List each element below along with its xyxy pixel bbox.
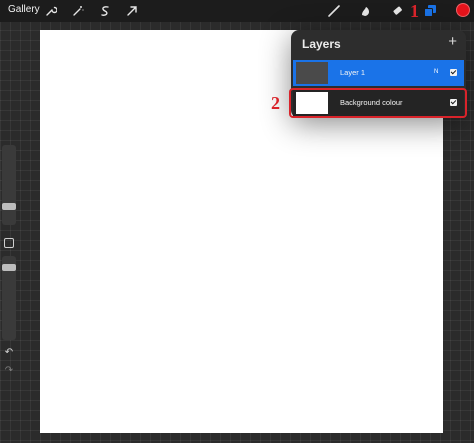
transform-arrow-icon[interactable]: [124, 3, 140, 19]
selection-icon[interactable]: [97, 3, 113, 19]
layer-thumbnail: [296, 62, 328, 84]
layers-icon[interactable]: [422, 3, 438, 19]
top-toolbar: Gallery: [0, 0, 474, 22]
layer-name: Layer 1: [340, 68, 366, 77]
layer-visibility-checkbox[interactable]: [450, 69, 457, 76]
undo-button[interactable]: ↶: [2, 347, 16, 359]
wrench-icon[interactable]: [43, 3, 59, 19]
magic-wand-icon[interactable]: [70, 3, 86, 19]
blend-mode-button[interactable]: N: [434, 69, 438, 75]
redo-button[interactable]: ↷: [2, 365, 16, 377]
modify-button[interactable]: [4, 238, 14, 248]
layer-row-layer-1[interactable]: Layer 1 N: [293, 60, 464, 86]
callout-number-2: 2: [271, 93, 280, 113]
brush-size-handle[interactable]: [2, 203, 16, 210]
color-swatch[interactable]: [456, 3, 470, 17]
opacity-handle[interactable]: [2, 264, 16, 271]
callout-number-1: 1: [410, 1, 419, 21]
brush-size-slider[interactable]: [2, 145, 16, 225]
layers-panel-title: Layers: [302, 37, 341, 51]
smudge-icon[interactable]: [358, 3, 374, 19]
gallery-button[interactable]: Gallery: [8, 4, 40, 15]
eraser-icon[interactable]: [390, 3, 406, 19]
add-layer-button[interactable]: +: [448, 33, 457, 50]
brush-icon[interactable]: [326, 3, 342, 19]
highlight-box: [289, 88, 467, 118]
